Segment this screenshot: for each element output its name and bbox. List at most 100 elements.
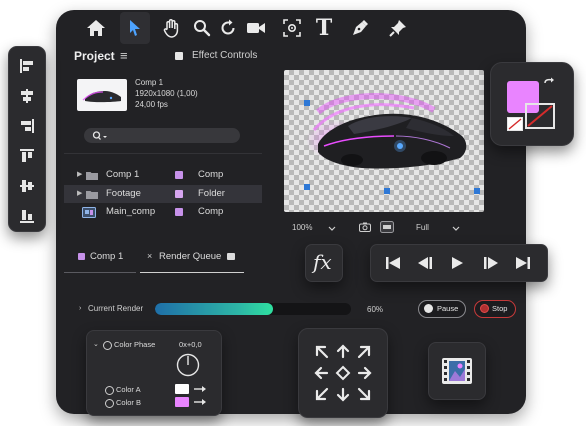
color-b-label: Color B: [116, 398, 142, 407]
tab-comp-label: Comp 1: [90, 251, 124, 262]
align-horizontal-center-icon[interactable]: [15, 85, 39, 107]
swap-colors-icon[interactable]: [543, 77, 557, 91]
playback-controls: [370, 244, 548, 282]
align-left-icon[interactable]: [15, 55, 39, 77]
expand-arrow-icon[interactable]: ⌄: [93, 340, 99, 348]
render-progress-bar: [155, 303, 351, 315]
composition-viewer[interactable]: [284, 70, 484, 212]
project-menu-icon[interactable]: ≡: [120, 48, 128, 63]
color-phase-panel: ⌄ Color Phase 0x+0,0 Color A Color B: [86, 330, 222, 416]
pause-button[interactable]: Pause: [418, 300, 466, 318]
resolution-select[interactable]: Full: [416, 223, 429, 232]
list-item-type: Comp: [198, 169, 224, 180]
effect-controls-tab[interactable]: Effect Controls: [192, 50, 257, 61]
expand-arrow-icon[interactable]: ▶: [77, 189, 82, 197]
list-item-name: Comp 1: [106, 169, 140, 180]
zoom-level-select[interactable]: 100%: [292, 223, 312, 232]
display-toggle-icon[interactable]: [380, 221, 394, 233]
color-a-swatch[interactable]: [175, 384, 189, 394]
default-colors-swatch[interactable]: [507, 117, 523, 131]
transform-handle[interactable]: [304, 184, 310, 190]
align-bottom-icon[interactable]: [15, 205, 39, 227]
expand-arrow-icon[interactable]: ›: [79, 305, 81, 312]
label-color-swatch: [175, 171, 183, 179]
phase-value[interactable]: 0x+0,0: [179, 340, 202, 349]
composition-icon: [82, 207, 96, 218]
tab-render-queue[interactable]: Render Queue: [159, 251, 221, 262]
anchor-alignment-tile[interactable]: [298, 328, 388, 418]
chevron-down-icon[interactable]: [452, 226, 460, 231]
type-icon[interactable]: T: [312, 16, 336, 40]
play-icon[interactable]: [445, 253, 469, 273]
previous-frame-icon[interactable]: [413, 253, 437, 273]
stop-icon: [480, 304, 489, 313]
stopwatch-icon[interactable]: [103, 341, 112, 350]
fx-icon: fx: [313, 250, 332, 274]
transform-handle[interactable]: [474, 188, 480, 194]
stopwatch-icon[interactable]: [105, 386, 114, 395]
folder-icon: [86, 172, 98, 180]
list-item[interactable]: ▶ Comp 1 Comp: [64, 167, 262, 184]
tab-menu-icon[interactable]: [227, 253, 235, 260]
next-frame-icon[interactable]: [479, 253, 503, 273]
footage-icon: [442, 358, 472, 384]
label-color-swatch: [78, 253, 85, 260]
snapshot-camera-icon[interactable]: [359, 222, 371, 232]
align-toolbar: [8, 46, 46, 232]
chevron-down-icon[interactable]: [328, 226, 336, 231]
color-a-label: Color A: [116, 385, 141, 394]
pin-icon[interactable]: [386, 16, 410, 40]
skip-to-start-icon[interactable]: [381, 253, 405, 273]
effect-controls-checkbox[interactable]: [175, 52, 183, 60]
stroke-color-swatch[interactable]: [525, 103, 555, 129]
stop-label: Stop: [492, 304, 508, 313]
effects-button[interactable]: fx: [305, 244, 343, 282]
folder-icon: [86, 191, 98, 199]
list-item-type: Comp: [198, 206, 224, 217]
transform-handle[interactable]: [304, 100, 310, 106]
phase-dial[interactable]: [176, 353, 200, 377]
comp-info-name: Comp 1: [135, 78, 164, 87]
comp-thumbnail: [77, 79, 127, 111]
transform-handle[interactable]: [384, 188, 390, 194]
project-title[interactable]: Project: [74, 49, 115, 63]
pen-icon[interactable]: [348, 16, 372, 40]
label-color-swatch: [175, 190, 183, 198]
zoom-icon[interactable]: [190, 16, 214, 40]
camera-icon[interactable]: [244, 16, 268, 40]
home-icon[interactable]: [84, 16, 108, 40]
stopwatch-icon[interactable]: [105, 399, 114, 408]
current-render-label: Current Render: [88, 304, 144, 313]
selection-arrow-icon[interactable]: [120, 12, 150, 44]
tab-comp-underline: [64, 272, 136, 273]
skip-to-end-icon[interactable]: [511, 253, 535, 273]
pause-icon: [424, 304, 433, 313]
stop-button[interactable]: Stop: [474, 300, 516, 318]
close-icon[interactable]: ×: [147, 251, 152, 261]
align-right-icon[interactable]: [15, 115, 39, 137]
label-color-swatch: [175, 208, 183, 216]
hand-icon[interactable]: [160, 16, 184, 40]
list-item[interactable]: Main_comp Comp: [64, 204, 262, 221]
list-item-name: Main_comp: [106, 206, 156, 217]
list-item[interactable]: ▶ Footage Folder: [64, 185, 262, 203]
rotate-icon[interactable]: [216, 16, 240, 40]
search-icon: [92, 131, 107, 140]
pause-label: Pause: [437, 304, 459, 313]
expand-arrow-icon[interactable]: ▶: [77, 170, 82, 178]
comp-info-size: 1920x1080 (1,00): [135, 89, 198, 98]
render-queue-underline: [140, 272, 244, 273]
color-b-swatch[interactable]: [175, 397, 189, 407]
align-vertical-center-icon[interactable]: [15, 175, 39, 197]
list-item-name: Footage: [106, 188, 141, 199]
align-top-icon[interactable]: [15, 145, 39, 167]
fill-stroke-widget[interactable]: [490, 62, 574, 146]
anchor-point-icon[interactable]: [280, 16, 304, 40]
eyedropper-icon[interactable]: [193, 385, 207, 393]
project-list-divider: [64, 153, 262, 154]
top-toolbar: T: [56, 10, 526, 46]
project-search-input[interactable]: [84, 128, 240, 143]
eyedropper-icon[interactable]: [193, 398, 207, 406]
media-tile[interactable]: [428, 342, 486, 400]
render-progress-fill: [155, 303, 273, 315]
